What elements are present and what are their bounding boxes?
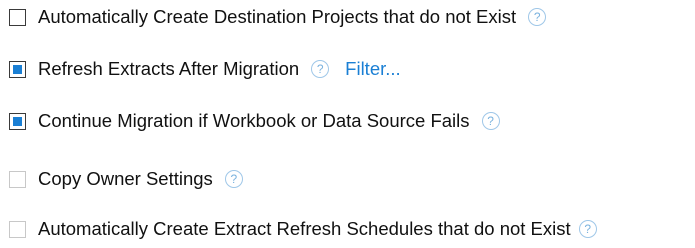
create-destination-projects-checkbox[interactable] [9,8,26,26]
continue-migration-label[interactable]: Continue Migration if Workbook or Data S… [38,109,470,133]
create-destination-projects-label[interactable]: Automatically Create Destination Project… [38,5,516,29]
continue-migration-checkbox[interactable] [9,112,26,130]
option-create-destination-projects: Automatically Create Destination Project… [9,5,547,29]
option-continue-migration: Continue Migration if Workbook or Data S… [9,109,500,133]
question-circle-icon[interactable]: ? [311,60,330,78]
create-refresh-schedules-label[interactable]: Automatically Create Extract Refresh Sch… [38,217,571,241]
refresh-extracts-checkbox[interactable] [9,60,26,78]
question-circle-icon[interactable]: ? [528,8,547,26]
option-refresh-extracts: Refresh Extracts After Migration ? Filte… [9,57,401,81]
option-create-refresh-schedules: Automatically Create Extract Refresh Sch… [9,217,597,241]
copy-owner-settings-checkbox[interactable] [9,170,26,188]
question-circle-icon[interactable]: ? [481,112,500,130]
question-circle-icon[interactable]: ? [224,170,243,188]
copy-owner-settings-label[interactable]: Copy Owner Settings [38,167,213,191]
migration-options-panel: Automatically Create Destination Project… [0,0,695,248]
create-refresh-schedules-checkbox[interactable] [9,220,26,238]
option-copy-owner-settings: Copy Owner Settings ? [9,167,243,191]
filter-link[interactable]: Filter... [345,57,401,81]
refresh-extracts-label[interactable]: Refresh Extracts After Migration [38,57,299,81]
question-circle-icon[interactable]: ? [578,220,597,238]
